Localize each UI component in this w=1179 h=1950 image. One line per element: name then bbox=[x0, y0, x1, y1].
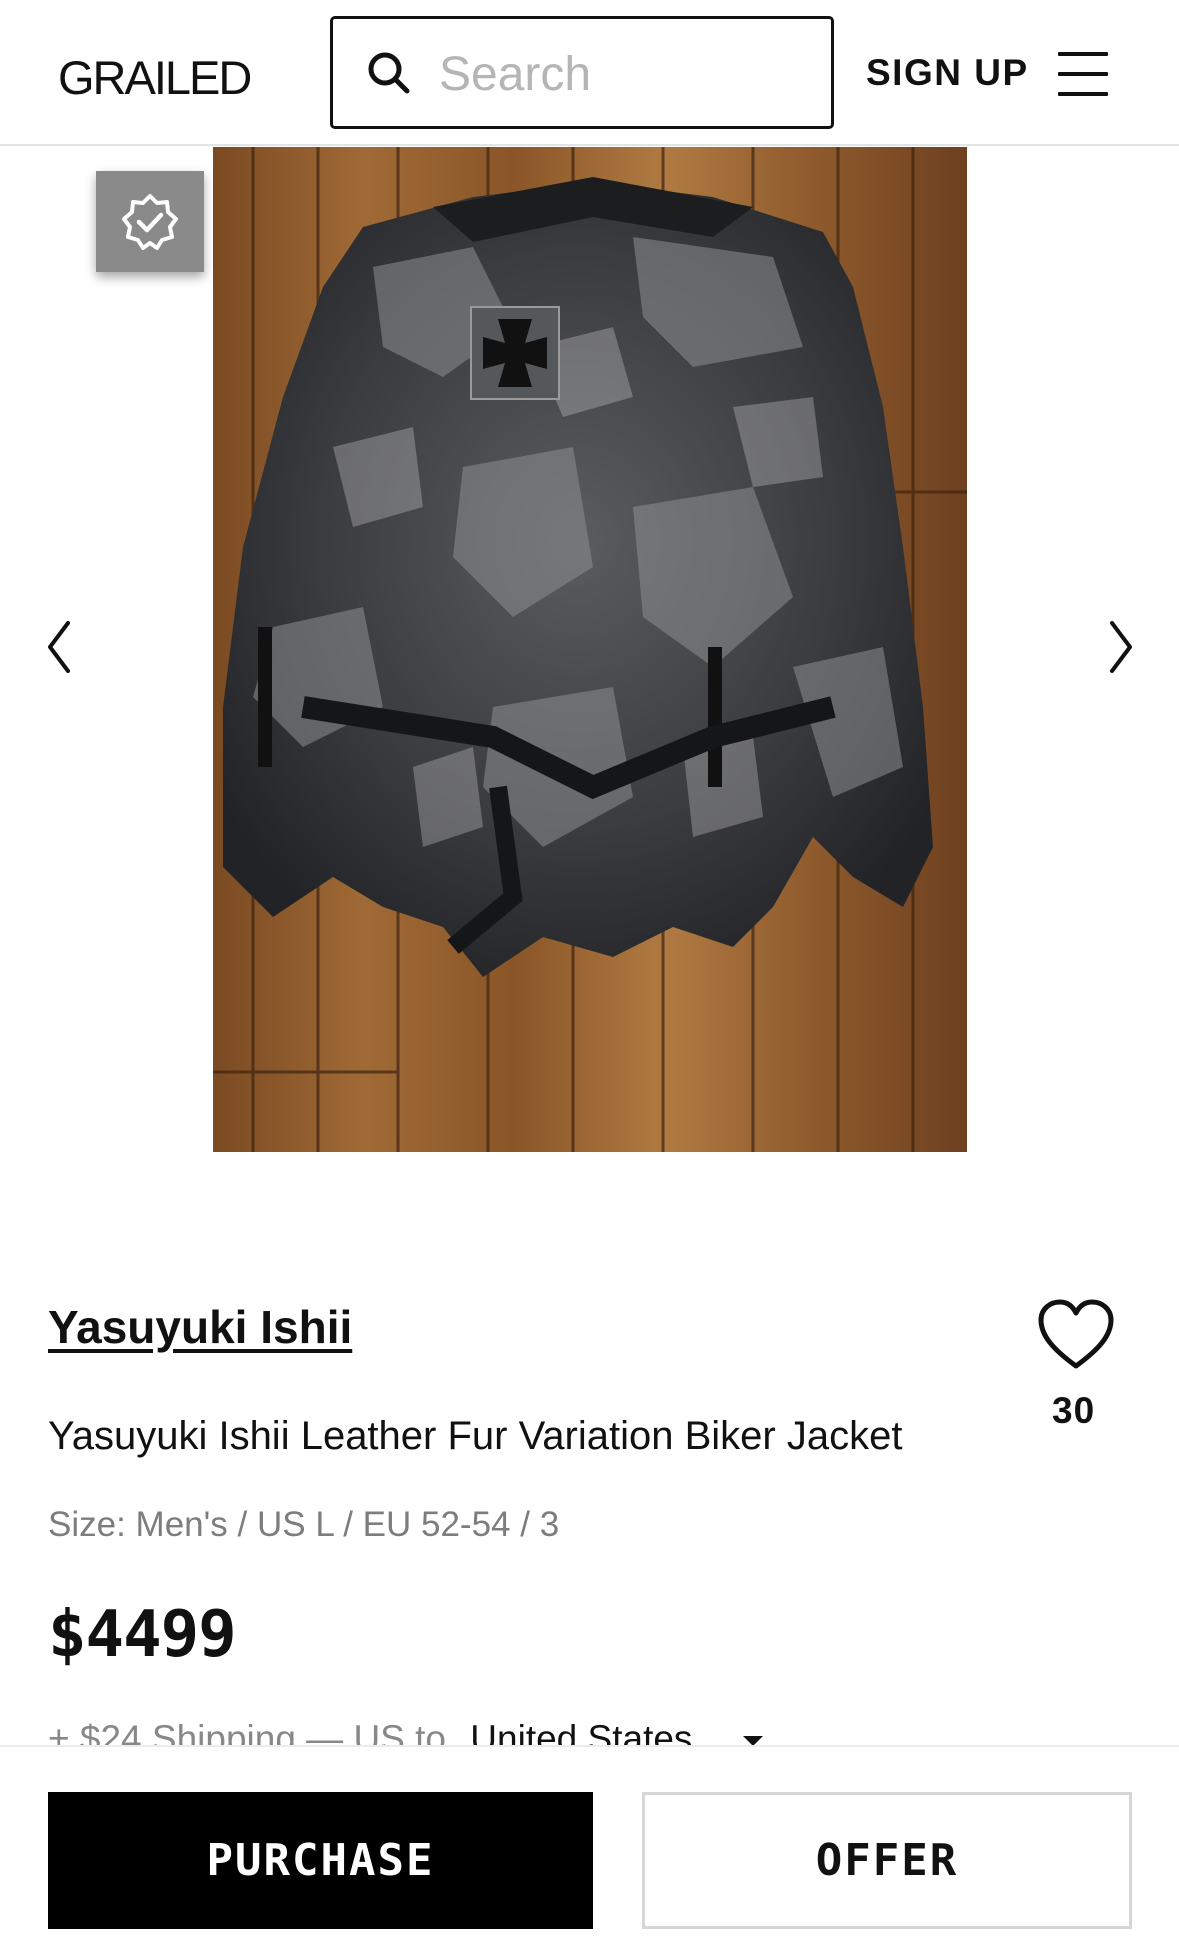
verified-badge[interactable] bbox=[96, 171, 204, 272]
search-box[interactable] bbox=[330, 16, 834, 129]
designer-link[interactable]: Yasuyuki Ishii bbox=[48, 1300, 352, 1354]
ship-country-select[interactable]: United States bbox=[470, 1718, 692, 1746]
search-input[interactable] bbox=[439, 41, 819, 107]
grailed-logo[interactable]: GRAILED bbox=[58, 50, 252, 105]
chevron-left-icon[interactable] bbox=[40, 617, 80, 677]
hamburger-menu-icon[interactable] bbox=[1058, 52, 1110, 96]
chevron-right-icon[interactable] bbox=[1100, 617, 1140, 677]
jacket-image bbox=[213, 147, 967, 1152]
shipping-info: + $24 Shipping — US to United States bbox=[48, 1718, 1179, 1746]
sign-up-link[interactable]: SIGN UP bbox=[866, 52, 1029, 94]
shipping-text: + $24 Shipping — US to bbox=[48, 1718, 447, 1746]
purchase-button[interactable]: PURCHASE bbox=[48, 1792, 593, 1929]
heart-icon[interactable] bbox=[1036, 1298, 1116, 1372]
favorite-count: 30 bbox=[1052, 1390, 1096, 1431]
verified-badge-icon bbox=[122, 194, 178, 250]
listing-page: GRAILED SIGN UP bbox=[0, 0, 1179, 1950]
top-header: GRAILED SIGN UP bbox=[0, 0, 1179, 146]
price: $4499 bbox=[48, 1598, 237, 1672]
offer-button[interactable]: OFFER bbox=[642, 1792, 1132, 1929]
image-gallery bbox=[0, 147, 1179, 1152]
search-icon bbox=[368, 52, 410, 94]
size-label: Size: Men's / US L / EU 52-54 / 3 bbox=[48, 1505, 560, 1544]
listing-title: Yasuyuki Ishii Leather Fur Variation Bik… bbox=[48, 1414, 903, 1458]
product-photo[interactable] bbox=[213, 147, 967, 1152]
action-bar: PURCHASE OFFER bbox=[0, 1745, 1179, 1950]
